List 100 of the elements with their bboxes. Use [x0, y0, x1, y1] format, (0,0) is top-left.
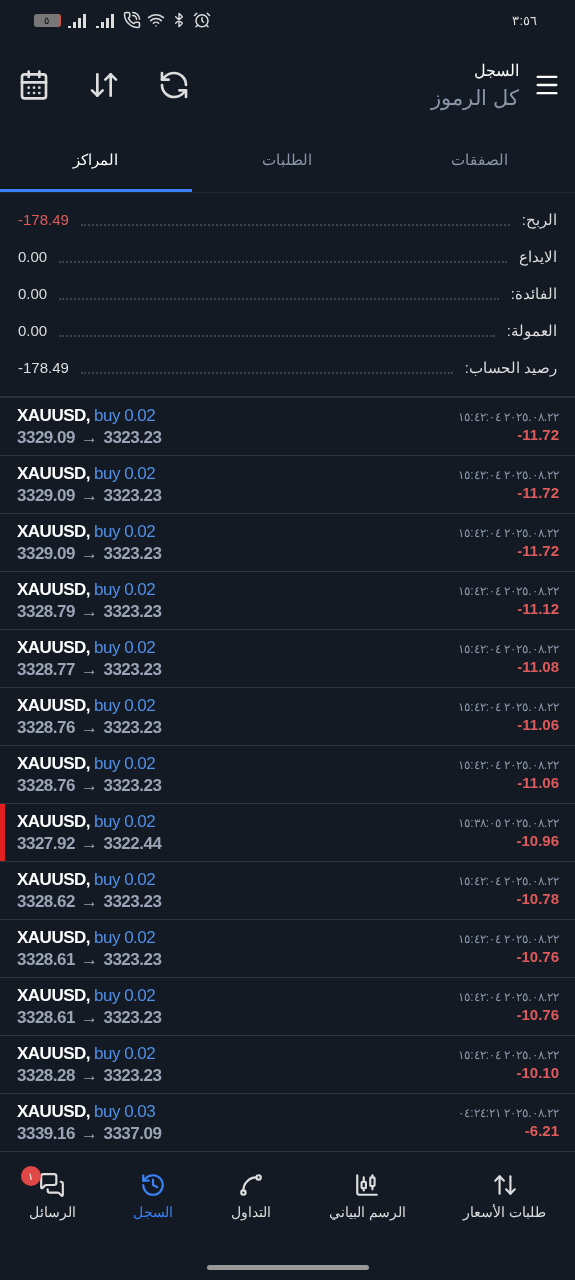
arrow: →: [80, 949, 98, 970]
chat-bubbles-icon: [39, 1172, 66, 1198]
timestamp: ٢٠٢٥.٠٨.٢٢ ١٥:٤٢:٠٤: [458, 1048, 559, 1062]
summary-value: 0.00: [18, 285, 48, 302]
arrow: →: [80, 485, 98, 506]
summary-label: الايداع: [519, 247, 557, 266]
profit: -10.78: [516, 890, 559, 907]
signal-icon: [95, 12, 117, 28]
summary-label: العمولة:: [506, 321, 557, 340]
alarm-icon: [193, 11, 211, 29]
timestamp: ٢٠٢٥.٠٨.٢٢ ١٥:٤٢:٠٤: [458, 584, 559, 598]
calendar-icon[interactable]: [18, 69, 50, 101]
summary-label: الربح:: [521, 210, 557, 229]
close-price: 3323.23: [103, 717, 162, 738]
symbol: XAUUSD,: [17, 1043, 90, 1064]
profit: -11.72: [517, 484, 559, 501]
nav-item[interactable]: الرسم البياني: [320, 1166, 414, 1280]
timestamp: ٢٠٢٥.٠٨.٢٢ ١٥:٤٢:٠٤: [458, 700, 559, 714]
wifi-icon: [147, 11, 165, 29]
open-price: 3328.76: [17, 775, 75, 796]
order-side: buy 0.02: [94, 753, 156, 774]
arrow: →: [80, 717, 98, 738]
tab[interactable]: الصفقات: [383, 130, 575, 192]
symbol: XAUUSD,: [17, 985, 90, 1006]
symbol: XAUUSD,: [17, 1101, 90, 1122]
symbol: XAUUSD,: [17, 695, 90, 716]
nav-item[interactable]: طلبات الأسعار: [455, 1166, 555, 1280]
arrow: →: [80, 833, 98, 854]
open-price: 3329.09: [17, 543, 75, 564]
arrow: →: [80, 659, 98, 680]
profit: -10.76: [516, 948, 559, 965]
open-price: 3339.16: [17, 1123, 75, 1144]
close-price: 3323.23: [103, 1065, 162, 1086]
summary-value: -178.49: [18, 211, 69, 228]
symbol-filter[interactable]: كل الرموز: [431, 85, 519, 110]
order-side: buy 0.02: [94, 637, 156, 658]
open-price: 3328.61: [17, 949, 75, 970]
arrow: →: [80, 1007, 98, 1028]
profit: -11.12: [517, 600, 559, 617]
close-price: 3323.23: [103, 659, 162, 680]
profit: -11.72: [517, 542, 559, 559]
close-price: 3337.09: [103, 1123, 162, 1144]
close-price: 3323.23: [103, 775, 162, 796]
profit: -6.21: [524, 1122, 559, 1139]
symbol: XAUUSD,: [17, 463, 90, 484]
timestamp: ٢٠٢٥.٠٨.٢٢ ١٥:٤٢:٠٤: [458, 758, 559, 772]
profit: -11.06: [517, 774, 559, 791]
history-icon: [140, 1172, 167, 1198]
order-side: buy 0.02: [94, 1043, 156, 1064]
timestamp: ٢٠٢٥.٠٨.٢٢ ١٥:٤٢:٠٤: [458, 874, 559, 888]
wifi-call-icon: [123, 11, 141, 29]
nav-item[interactable]: التداول: [223, 1166, 280, 1280]
symbol: XAUUSD,: [17, 753, 90, 774]
symbol: XAUUSD,: [17, 405, 90, 426]
summary-value: -178.49: [18, 359, 69, 376]
open-price: 3327.92: [17, 833, 75, 854]
arrow: →: [80, 891, 98, 912]
profit: -10.76: [516, 1006, 559, 1023]
close-price: 3323.23: [103, 427, 162, 448]
close-price: 3323.23: [103, 485, 162, 506]
open-price: 3329.09: [17, 427, 75, 448]
timestamp: ٢٠٢٥.٠٨.٢٢ ١٥:٤٢:٠٤: [458, 642, 559, 656]
summary-label: رصيد الحساب:: [464, 358, 557, 377]
arrow: →: [80, 1065, 98, 1086]
timestamp: ٢٠٢٥.٠٨.٢٢ ١٥:٣٨:٠٥: [458, 816, 559, 830]
summary-value: 0.00: [18, 248, 48, 265]
battery-icon: ٥: [34, 13, 61, 27]
notification-badge: ١: [20, 1166, 41, 1186]
symbol: XAUUSD,: [17, 811, 90, 832]
timestamp: ٢٠٢٥.٠٨.٢٢ ١٥:٤٢:٠٤: [458, 468, 559, 482]
order-side: buy 0.03: [94, 1101, 156, 1122]
arrow: →: [80, 601, 98, 622]
timestamp: ٢٠٢٥.٠٨.٢٢ ١٥:٤٢:٠٤: [458, 526, 559, 540]
summary-label: الفائدة:: [510, 284, 557, 303]
close-price: 3323.23: [103, 601, 162, 622]
order-side: buy 0.02: [94, 463, 156, 484]
timestamp: ٢٠٢٥.٠٨.٢٢ ١٥:٤٢:٠٤: [458, 990, 559, 1004]
timestamp: ٢٠٢٥.٠٨.٢٢ ١٥:٤٢:٠٤: [458, 410, 559, 424]
arrow: →: [80, 543, 98, 564]
profit: -10.10: [516, 1064, 559, 1081]
clock: ٣:٥٦: [512, 12, 537, 28]
order-side: buy 0.02: [94, 869, 156, 890]
symbol: XAUUSD,: [17, 869, 90, 890]
candlestick-icon: [354, 1172, 381, 1198]
tab[interactable]: المراكز: [0, 130, 192, 192]
timestamp: ٢٠٢٥.٠٨.٢٢ ٠٤:٢٤:٢١: [458, 1106, 559, 1120]
order-side: buy 0.02: [94, 985, 156, 1006]
close-price: 3323.23: [103, 1007, 162, 1028]
arrow: →: [80, 775, 98, 796]
tab[interactable]: الطلبات: [191, 130, 384, 192]
line-chart-icon: [238, 1172, 265, 1198]
nav-item[interactable]: الرسائل ١: [20, 1166, 84, 1280]
page-title: السجل: [474, 60, 519, 80]
timestamp: ٢٠٢٥.٠٨.٢٢ ١٥:٤٢:٠٤: [458, 932, 559, 946]
symbol: XAUUSD,: [17, 637, 90, 658]
arrow: →: [80, 1123, 98, 1144]
open-price: 3328.79: [17, 601, 75, 622]
nav-item[interactable]: السجل: [125, 1166, 182, 1280]
symbol: XAUUSD,: [17, 927, 90, 948]
close-price: 3323.23: [103, 949, 162, 970]
